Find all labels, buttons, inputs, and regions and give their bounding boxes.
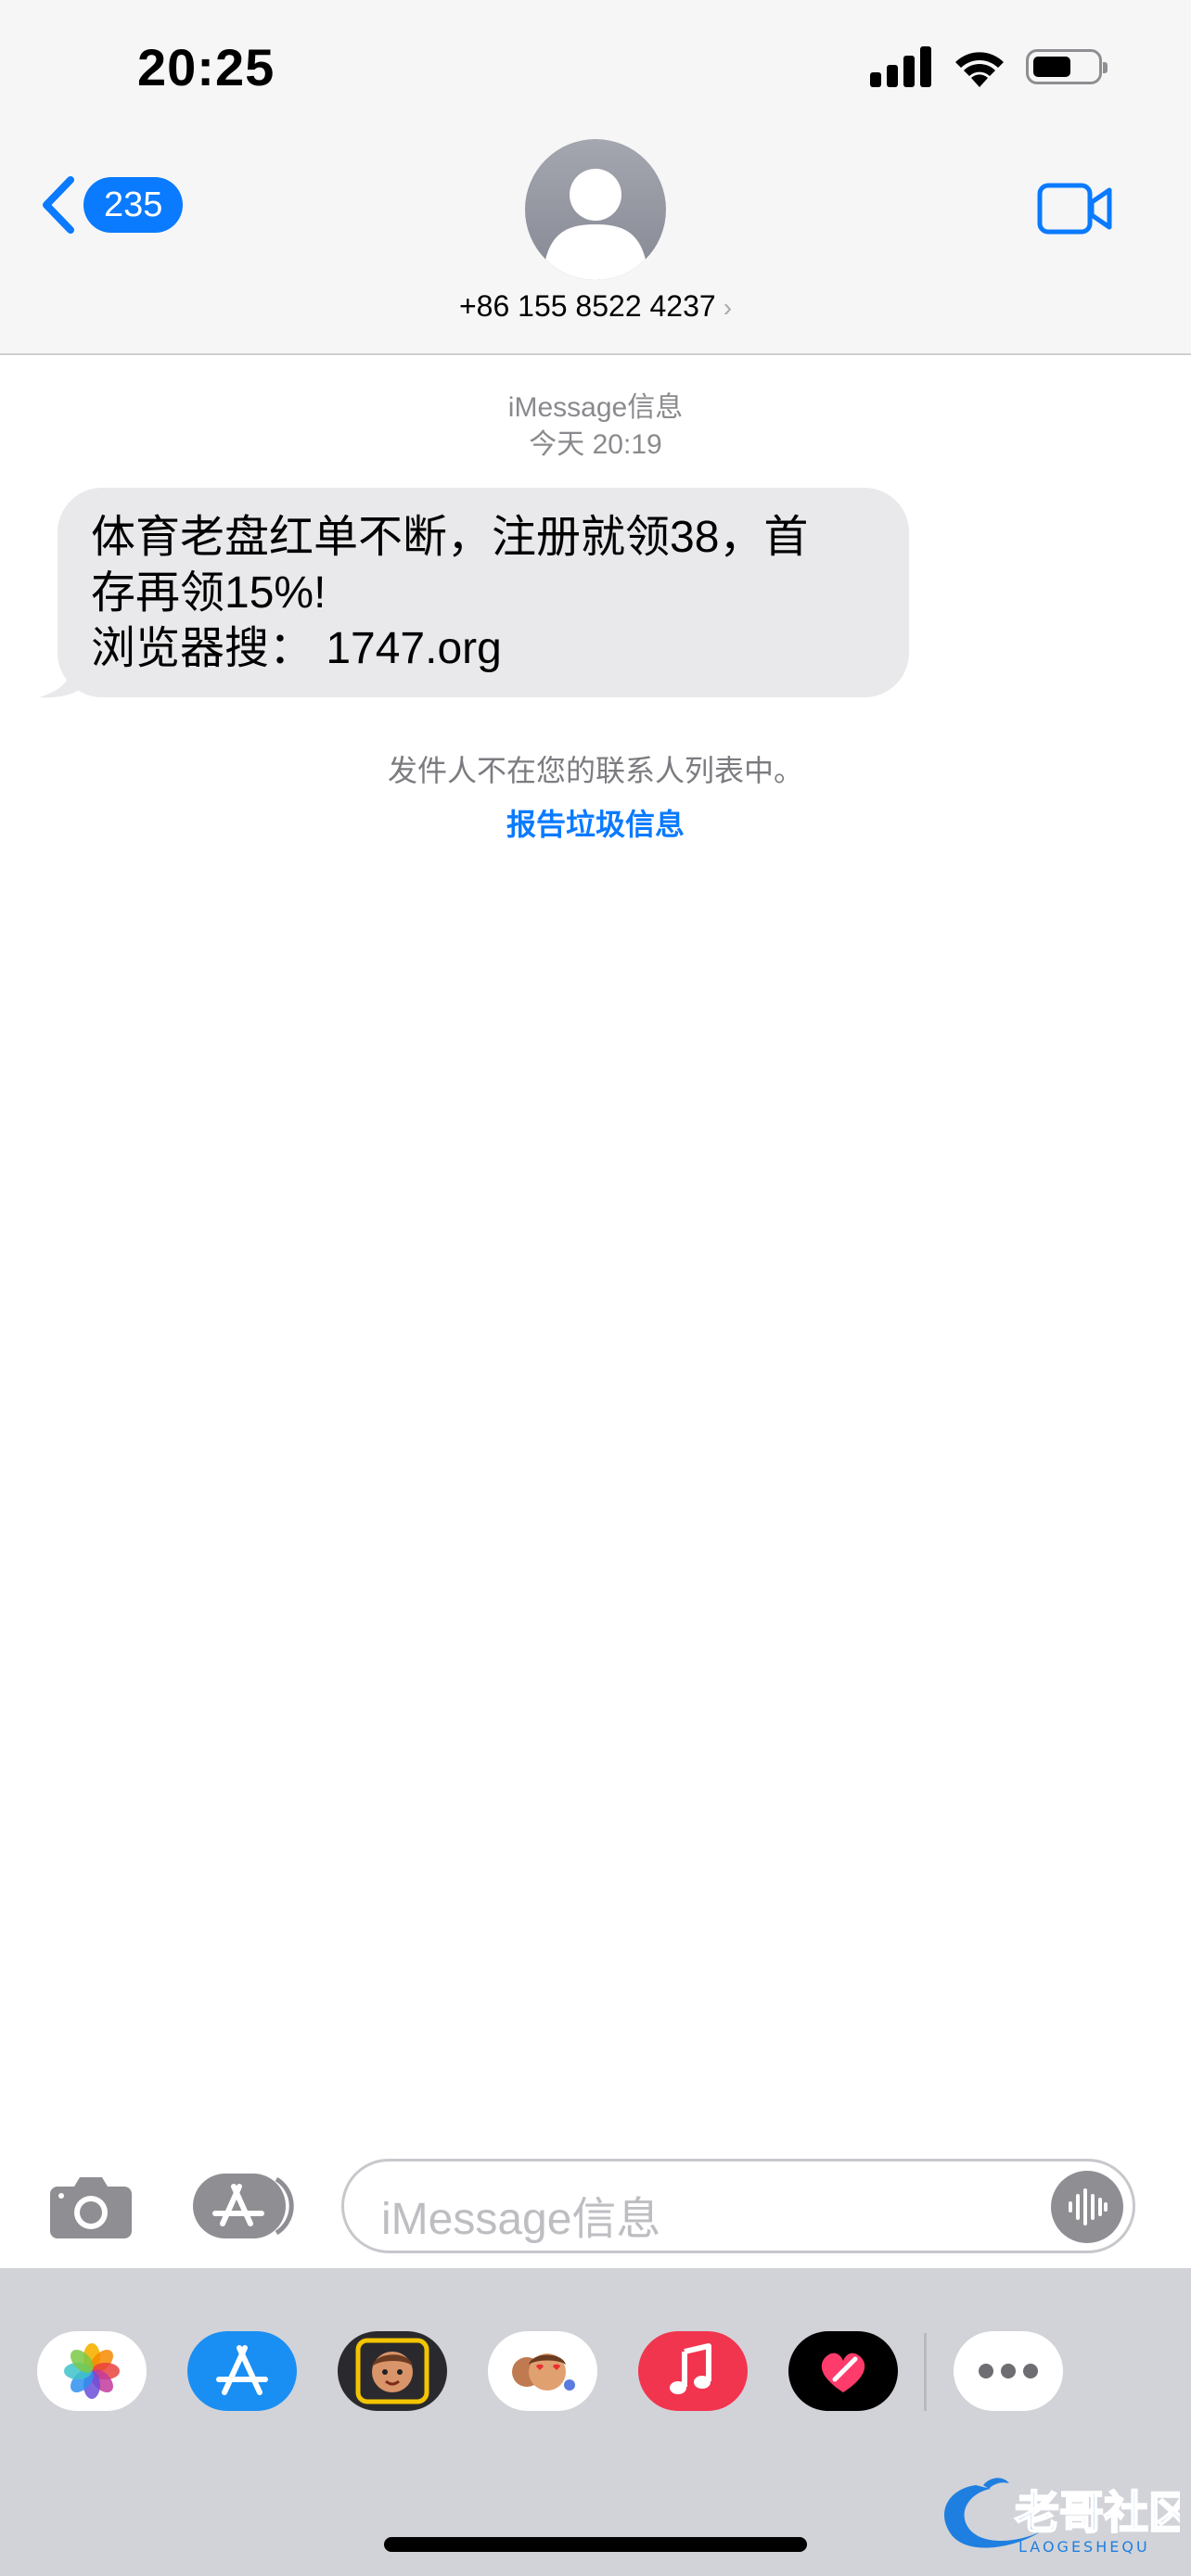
- camera-button[interactable]: [48, 2174, 134, 2245]
- contact-number: +86 155 8522 4237: [458, 289, 716, 323]
- more-icon: [979, 2364, 1038, 2378]
- svg-text:LAOGESHEQU: LAOGESHEQU: [1018, 2538, 1150, 2556]
- chevron-left-icon: [43, 176, 74, 234]
- contact-avatar[interactable]: [525, 139, 666, 280]
- audio-message-button[interactable]: [1051, 2171, 1123, 2243]
- contact-name[interactable]: +86 155 8522 4237 ›: [0, 289, 1191, 324]
- svg-text:老哥社区: 老哥社区: [1015, 2487, 1180, 2539]
- message-timestamp: 今天 20:19: [529, 429, 662, 460]
- message-line: 浏览器搜： 1747.org: [91, 624, 502, 673]
- drawer-divider: [924, 2333, 927, 2411]
- status-time: 20:25: [137, 38, 275, 96]
- wifi-icon: [955, 52, 1004, 87]
- status-icons: [870, 46, 1108, 87]
- service-label: iMessage信息: [507, 392, 684, 423]
- memoji-icon: [355, 2338, 429, 2404]
- watermark-logo: 老哥社区 LAOGESHEQU: [944, 2478, 1180, 2556]
- unread-count-badge: 235: [83, 177, 184, 233]
- camera-icon: [50, 2177, 132, 2238]
- music-app[interactable]: [638, 2331, 748, 2411]
- message-line: 存再领15%!: [91, 568, 327, 618]
- chevron-right-icon: ›: [723, 293, 733, 322]
- digital-touch-icon: [821, 2353, 865, 2392]
- waveform-icon: [1069, 2188, 1108, 2225]
- photos-app[interactable]: [37, 2331, 147, 2411]
- navigation-header: 20:25 235 +86 155 8522 4237 ›: [0, 0, 1191, 355]
- app-store-icon: [216, 2345, 268, 2395]
- unknown-sender-notice: 发件人不在您的联系人列表中。: [387, 754, 803, 787]
- apps-button[interactable]: [191, 2172, 297, 2245]
- message-service-header: iMessage信息 今天 20:19: [0, 389, 1191, 464]
- facetime-video-button[interactable]: [1037, 182, 1113, 240]
- more-apps-button[interactable]: [954, 2331, 1063, 2411]
- animoji-stickers-icon: [512, 2353, 575, 2391]
- memoji-app[interactable]: [338, 2331, 447, 2411]
- report-junk-link[interactable]: 报告垃圾信息: [0, 801, 1191, 844]
- back-button[interactable]: 235: [41, 176, 184, 234]
- app-store-icon: [193, 2174, 294, 2238]
- music-icon: [670, 2343, 711, 2394]
- digital-touch-app[interactable]: [788, 2331, 898, 2411]
- app-store-app[interactable]: [187, 2331, 297, 2411]
- message-input[interactable]: iMessage信息: [341, 2159, 1135, 2253]
- person-icon: [545, 169, 646, 280]
- photos-icon: [64, 2343, 120, 2399]
- cellular-signal-icon: [870, 46, 931, 87]
- battery-icon: [1026, 49, 1108, 84]
- animoji-stickers-app[interactable]: [488, 2331, 597, 2411]
- message-input-placeholder: iMessage信息: [381, 2195, 661, 2244]
- message-line: 体育老盘红单不断，注册就领38，首: [91, 513, 809, 562]
- home-indicator[interactable]: [384, 2537, 807, 2552]
- message-bubble[interactable]: 体育老盘红单不断，注册就领38，首 存再领15%! 浏览器搜： 1747.org: [58, 488, 909, 697]
- video-camera-icon: [1037, 183, 1112, 235]
